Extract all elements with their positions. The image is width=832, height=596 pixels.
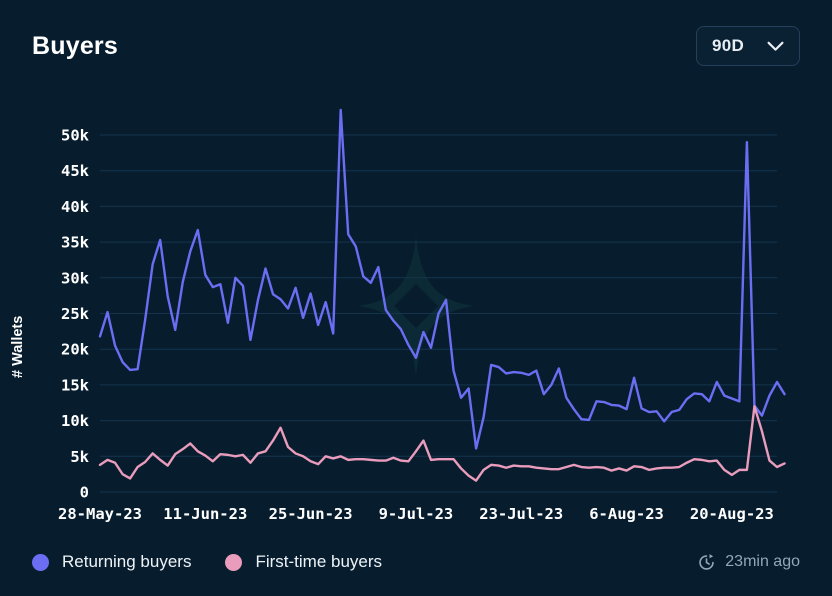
last-updated-text: 23min ago [725, 553, 800, 570]
buyers-line-chart[interactable]: 0 5k 10k 15k 20k 25k 30k 35k 40k 45k 50k 28-May-23… [0, 88, 832, 528]
y-axis-tick-labels: 0 5k 10k 15k 20k 25k 30k 35k 40k 45k 50k [61, 127, 90, 502]
y-tick-label: 25k [61, 305, 90, 323]
legend-item-first-time-buyers[interactable]: First-time buyers [225, 552, 382, 572]
y-tick-label: 50k [61, 127, 90, 145]
series-line-returning-buyers [98, 108, 786, 450]
y-tick-label: 40k [61, 198, 90, 216]
legend-item-returning-buyers[interactable]: Returning buyers [32, 552, 191, 572]
chart-legend: Returning buyers First-time buyers [32, 552, 382, 572]
last-updated: 23min ago [697, 553, 800, 572]
y-tick-label: 35k [61, 234, 90, 252]
page-title: Buyers [32, 31, 118, 60]
y-axis-title: # Wallets [10, 316, 26, 378]
x-tick-label: 9-Jul-23 [379, 505, 454, 523]
y-tick-label: 15k [61, 376, 90, 394]
x-tick-label: 23-Jul-23 [479, 505, 563, 523]
y-tick-label: 10k [61, 412, 90, 430]
y-tick-label: 5k [70, 448, 89, 466]
y-tick-label: 0 [80, 484, 89, 502]
y-tick-label: 45k [61, 162, 90, 180]
buyers-chart-card: Buyers 90D 0 5k 10k 15k 20k 25k 30k 35k 40k 45k 50… [0, 0, 832, 596]
y-tick-label: 30k [61, 269, 90, 287]
y-tick-label: 20k [61, 341, 90, 359]
card-footer: Returning buyers First-time buyers 23min… [0, 528, 832, 596]
series-line-first-time-buyers [98, 405, 786, 482]
legend-label: First-time buyers [255, 552, 383, 571]
x-tick-label: 25-Jun-23 [269, 505, 353, 523]
legend-color-dot [225, 553, 243, 571]
x-tick-label: 6-Aug-23 [589, 505, 664, 523]
card-header: Buyers 90D [0, 0, 832, 92]
x-axis-tick-labels: 28-May-23 11-Jun-23 25-Jun-23 9-Jul-23 23-Ju… [58, 505, 774, 523]
clock-refresh-icon [697, 553, 716, 572]
legend-label: Returning buyers [62, 552, 192, 571]
chart-area: 0 5k 10k 15k 20k 25k 30k 35k 40k 45k 50k 28-May-23… [0, 88, 832, 528]
x-tick-label: 11-Jun-23 [163, 505, 247, 523]
time-range-value: 90D [712, 36, 745, 55]
x-tick-label: 20-Aug-23 [690, 505, 774, 523]
x-tick-label: 28-May-23 [58, 505, 142, 523]
chevron-down-icon [767, 41, 784, 52]
legend-color-dot [32, 553, 49, 571]
time-range-dropdown[interactable]: 90D [696, 26, 800, 66]
